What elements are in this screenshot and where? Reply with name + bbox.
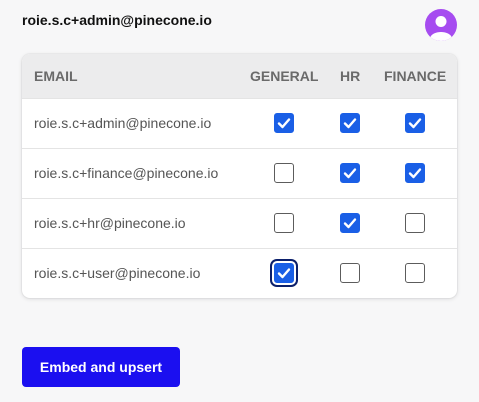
- checkmark-icon: [408, 118, 422, 129]
- checkmark-icon: [277, 268, 291, 279]
- row-email: roie.s.c+finance@pinecone.io: [34, 165, 219, 181]
- checkbox-general[interactable]: [274, 113, 294, 133]
- embed-and-upsert-button[interactable]: Embed and upsert: [22, 347, 180, 387]
- row-email: roie.s.c+admin@pinecone.io: [34, 115, 212, 131]
- checkbox-finance[interactable]: [405, 163, 425, 183]
- checkbox-hr[interactable]: [340, 113, 360, 133]
- checkmark-icon: [343, 218, 357, 229]
- checkbox-hr[interactable]: [340, 163, 360, 183]
- checkbox-finance[interactable]: [405, 263, 425, 283]
- checkmark-icon: [343, 168, 357, 179]
- checkbox-hr[interactable]: [340, 263, 360, 283]
- table-header: EMAIL GENERAL HR FINANCE: [22, 54, 457, 98]
- checkbox-finance[interactable]: [405, 113, 425, 133]
- column-header-general: GENERAL: [250, 68, 319, 84]
- checkmark-icon: [408, 168, 422, 179]
- column-header-hr: HR: [340, 68, 361, 84]
- user-avatar-icon[interactable]: [425, 9, 457, 41]
- table-row: roie.s.c+hr@pinecone.io: [22, 198, 457, 248]
- table-row: roie.s.c+finance@pinecone.io: [22, 148, 457, 198]
- checkbox-general[interactable]: [274, 213, 294, 233]
- checkbox-finance[interactable]: [405, 213, 425, 233]
- column-header-email: EMAIL: [34, 68, 78, 84]
- checkbox-general[interactable]: [274, 163, 294, 183]
- column-header-finance: FINANCE: [384, 68, 447, 84]
- checkbox-hr[interactable]: [340, 213, 360, 233]
- checkmark-icon: [277, 118, 291, 129]
- table-row: roie.s.c+user@pinecone.io: [22, 248, 457, 298]
- row-email: roie.s.c+user@pinecone.io: [34, 265, 201, 281]
- user-email-label: roie.s.c+admin@pinecone.io: [22, 12, 212, 28]
- checkbox-general[interactable]: [274, 263, 294, 283]
- checkmark-icon: [343, 118, 357, 129]
- table-row: roie.s.c+admin@pinecone.io: [22, 98, 457, 148]
- row-email: roie.s.c+hr@pinecone.io: [34, 215, 186, 231]
- permissions-table: EMAIL GENERAL HR FINANCE roie.s.c+admin@…: [22, 54, 457, 298]
